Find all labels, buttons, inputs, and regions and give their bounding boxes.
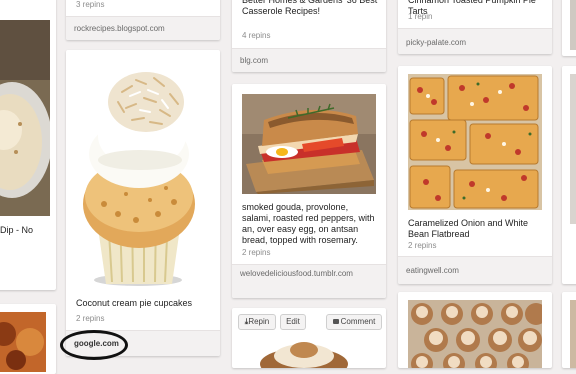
pin-description: smoked gouda, provolone, salami, roasted…: [242, 202, 375, 245]
pin-card-casserole[interactable]: Better Homes & Gardens' 36 Best Casserol…: [232, 0, 386, 72]
pin-card-cupcakes-grid[interactable]: [398, 292, 552, 368]
pin-image[interactable]: [570, 74, 576, 224]
repin-count: 4 repins: [242, 31, 271, 40]
pin-card-pumpkin-tarts[interactable]: Cinnamon Toasted Pumpkin Pie Tarts 1 rep…: [398, 0, 552, 54]
repin-button[interactable]: ⤓Repin: [238, 314, 276, 330]
comment-button[interactable]: Comment: [326, 314, 382, 330]
pin-card-flatbread[interactable]: Caramelized Onion and White Bean Flatbre…: [398, 66, 552, 284]
pin-image[interactable]: [408, 300, 542, 368]
pin-source-bar[interactable]: picky-palate.com: [398, 28, 552, 54]
pin-description: Better Homes & Gardens' 36 Best Casserol…: [242, 0, 378, 16]
pin-card-left-bottom[interactable]: [0, 304, 56, 374]
edit-button[interactable]: Edit: [280, 314, 306, 330]
source-link[interactable]: google.com: [74, 339, 212, 349]
source-link[interactable]: picky-palate.com: [406, 38, 544, 48]
pin-image[interactable]: [570, 0, 576, 50]
pin-source-bar[interactable]: eatingwell.com: [398, 256, 552, 284]
pin-image[interactable]: [242, 94, 376, 194]
pin-image[interactable]: [408, 74, 542, 210]
pin-card-sandwich[interactable]: smoked gouda, provolone, salami, roasted…: [232, 84, 386, 298]
pin-image[interactable]: [242, 330, 376, 368]
repin-count: 2 repins: [242, 248, 271, 257]
repin-count: 2 repins: [408, 241, 437, 250]
pin-source-bar[interactable]: rockrecipes.blogspot.com: [66, 16, 220, 40]
pin-card-coconut-cupcakes[interactable]: Coconut cream pie cupcakes 2 repins goog…: [66, 50, 220, 356]
pin-card-left-top[interactable]: Dip - No: [0, 0, 56, 290]
pin-description: Coconut cream pie cupcakes: [76, 298, 193, 308]
repin-count: 3 repins: [76, 0, 105, 9]
pin-image[interactable]: [0, 312, 46, 372]
source-link[interactable]: welovedeliciousfood.tumblr.com: [240, 269, 358, 279]
pin-image[interactable]: [0, 20, 50, 216]
pin-description: Caramelized Onion and White Bean Flatbre…: [408, 218, 529, 239]
pin-card-rockrecipes[interactable]: 3 repins rockrecipes.blogspot.com: [66, 0, 220, 40]
pin-card-right-top[interactable]: [562, 0, 576, 56]
pin-image[interactable]: [570, 300, 576, 368]
pin-source-bar[interactable]: blg.com: [232, 48, 386, 72]
source-link[interactable]: rockrecipes.blogspot.com: [74, 24, 212, 34]
repin-count: 2 repins: [76, 314, 105, 323]
comment-icon: [332, 319, 339, 325]
repin-count: 1 repin: [408, 12, 433, 21]
pin-card-right-bottom[interactable]: [562, 292, 576, 368]
pin-card-hover[interactable]: ⤓Repin Edit Comment: [232, 308, 386, 368]
source-link[interactable]: blg.com: [240, 56, 378, 66]
pin-source-bar[interactable]: welovedeliciousfood.tumblr.com: [232, 264, 386, 298]
pin-image[interactable]: [74, 64, 212, 288]
source-link[interactable]: eatingwell.com: [406, 266, 544, 276]
pin-description: Dip - No: [0, 225, 34, 235]
pin-card-right-mid[interactable]: [562, 66, 576, 284]
pin-source-bar[interactable]: google.com: [66, 330, 220, 356]
